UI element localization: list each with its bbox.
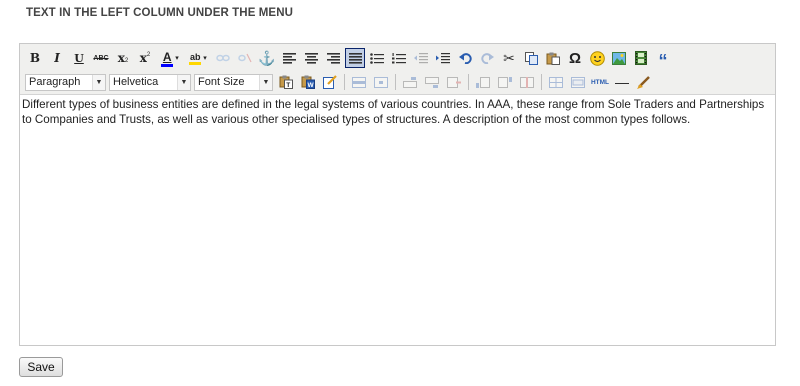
save-button[interactable]: Save: [19, 357, 63, 377]
align-right-icon[interactable]: [323, 48, 343, 68]
bullet-list-icon[interactable]: [367, 48, 387, 68]
numbered-list-icon[interactable]: [389, 48, 409, 68]
align-justify-icon[interactable]: [345, 48, 365, 68]
link-icon[interactable]: [213, 48, 233, 68]
chevron-down-icon: ▼: [259, 74, 272, 90]
cut-icon[interactable]: ✂: [499, 48, 519, 68]
strikethrough-button[interactable]: ABC: [91, 48, 111, 68]
section-title: TEXT IN THE LEFT COLUMN UNDER THE MENU: [26, 7, 294, 19]
media-icon[interactable]: [631, 48, 651, 68]
editor-text: Different types of business entities are…: [22, 98, 765, 126]
copy-icon[interactable]: [521, 48, 541, 68]
insert-row-after-icon[interactable]: [422, 72, 442, 92]
svg-text:W: W: [307, 82, 314, 89]
bold-button[interactable]: B: [25, 48, 45, 68]
paste-icon[interactable]: [543, 48, 563, 68]
align-center-icon[interactable]: [301, 48, 321, 68]
chevron-down-icon: ▾: [175, 55, 179, 62]
table-cell-props-icon[interactable]: [371, 72, 391, 92]
image-icon[interactable]: [609, 48, 629, 68]
insert-row-before-icon[interactable]: [400, 72, 420, 92]
indent-icon[interactable]: [433, 48, 453, 68]
horizontal-rule-button[interactable]: —: [612, 72, 632, 92]
delete-col-icon[interactable]: [517, 72, 537, 92]
font-color-button[interactable]: A ▾: [157, 48, 183, 68]
unlink-icon[interactable]: [235, 48, 255, 68]
html-source-button[interactable]: HTML: [590, 72, 610, 92]
separator: [344, 74, 345, 90]
redo-icon[interactable]: [477, 48, 497, 68]
subscript-button[interactable]: x2: [113, 48, 133, 68]
chevron-down-icon: ▾: [203, 55, 207, 62]
edit-icon[interactable]: [320, 72, 340, 92]
cleanup-icon[interactable]: [634, 72, 654, 92]
split-cells-icon[interactable]: [546, 72, 566, 92]
rich-text-editor: B I U ABC x2 x2 A ▾ ab ▾ ⚓ ✂ Ω “ Paragra…: [19, 43, 776, 346]
svg-text:T: T: [286, 82, 290, 89]
font-size-select[interactable]: Font Size ▼: [194, 73, 273, 91]
chevron-down-icon: ▼: [177, 74, 190, 90]
editor-content-area[interactable]: Different types of business entities are…: [20, 95, 775, 129]
format-select[interactable]: Paragraph ▼: [25, 73, 106, 91]
undo-icon[interactable]: [455, 48, 475, 68]
table-row-props-icon[interactable]: [349, 72, 369, 92]
separator: [541, 74, 542, 90]
editor-toolbar: B I U ABC x2 x2 A ▾ ab ▾ ⚓ ✂ Ω “ Paragra…: [20, 44, 775, 95]
underline-button[interactable]: U: [69, 48, 89, 68]
merge-cells-icon[interactable]: [568, 72, 588, 92]
smiley-icon[interactable]: [587, 48, 607, 68]
separator: [468, 74, 469, 90]
paste-text-icon[interactable]: T: [276, 72, 296, 92]
toolbar-row-2: Paragraph ▼ Helvetica ▼ Font Size ▼ T W HTM…: [25, 71, 775, 93]
outdent-icon[interactable]: [411, 48, 431, 68]
separator: [395, 74, 396, 90]
toolbar-row-1: B I U ABC x2 x2 A ▾ ab ▾ ⚓ ✂ Ω “: [25, 47, 775, 70]
superscript-button[interactable]: x2: [135, 48, 155, 68]
chevron-down-icon: ▼: [92, 74, 105, 90]
align-left-icon[interactable]: [279, 48, 299, 68]
blockquote-icon[interactable]: “: [653, 48, 673, 70]
font-family-select[interactable]: Helvetica ▼: [109, 73, 191, 91]
paste-word-icon[interactable]: W: [298, 72, 318, 92]
anchor-icon[interactable]: ⚓: [257, 48, 277, 68]
italic-button[interactable]: I: [47, 48, 67, 68]
insert-col-after-icon[interactable]: [495, 72, 515, 92]
insert-col-before-icon[interactable]: [473, 72, 493, 92]
delete-row-icon[interactable]: [444, 72, 464, 92]
highlight-color-button[interactable]: ab ▾: [185, 48, 211, 68]
special-character-icon[interactable]: Ω: [565, 48, 585, 68]
